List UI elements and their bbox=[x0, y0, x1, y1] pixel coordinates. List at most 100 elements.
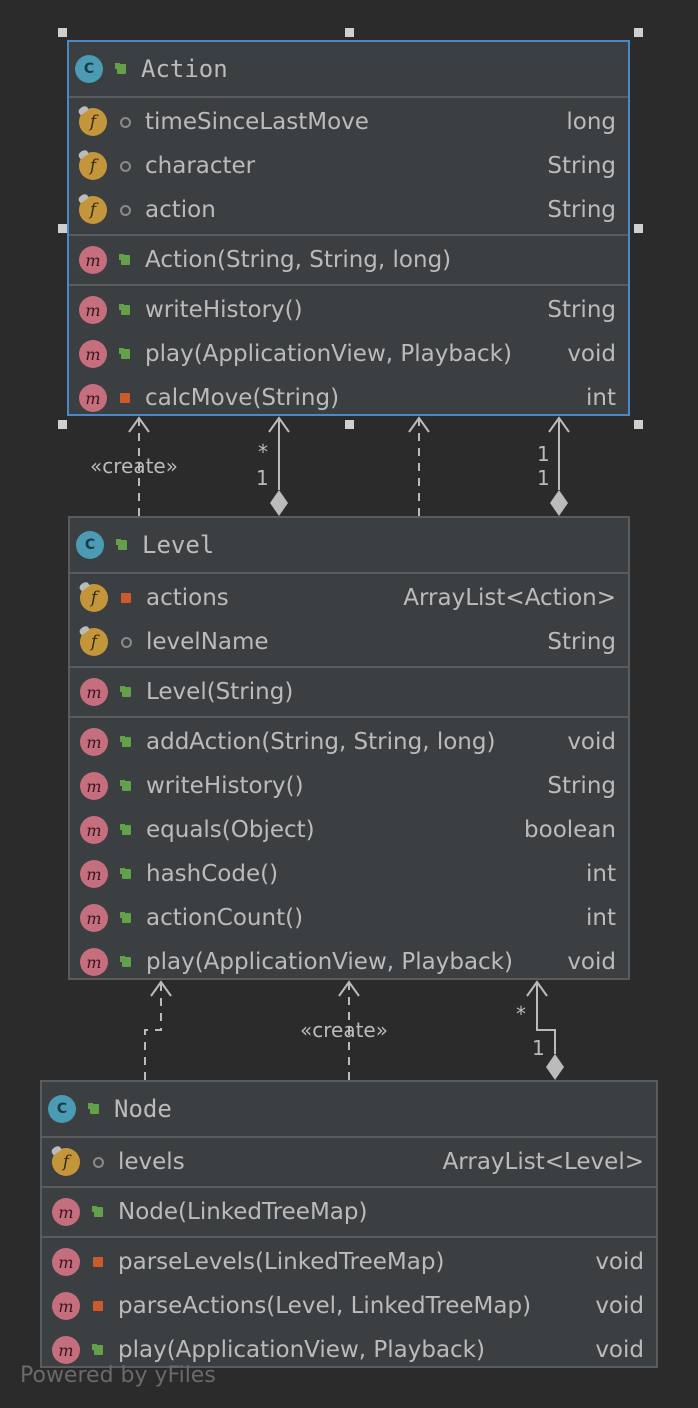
method-icon: m bbox=[80, 728, 108, 756]
member-name: Node(LinkedTreeMap) bbox=[118, 1199, 368, 1225]
label-multiplicity-target-2: 1 bbox=[537, 442, 550, 466]
public-visibility-icon bbox=[116, 820, 136, 840]
public-visibility-icon bbox=[116, 682, 136, 702]
member-type: void bbox=[595, 1249, 644, 1275]
field-icon: f bbox=[79, 108, 107, 136]
method-icon: m bbox=[80, 772, 108, 800]
package-visibility-icon bbox=[88, 1152, 108, 1172]
member-name: play(ApplicationView, Playback) bbox=[118, 1337, 485, 1363]
method-row[interactable]: m actionCount() int bbox=[70, 896, 628, 940]
public-visibility-icon bbox=[111, 59, 131, 79]
class-header[interactable]: C Action bbox=[69, 42, 628, 98]
field-row[interactable]: f levelName String bbox=[70, 620, 628, 664]
method-row[interactable]: m calcMove(String) int bbox=[69, 376, 628, 420]
method-icon: m bbox=[80, 904, 108, 932]
member-name: timeSinceLastMove bbox=[145, 109, 369, 135]
method-icon: m bbox=[79, 296, 107, 324]
member-type: int bbox=[586, 385, 616, 411]
method-row[interactable]: m writeHistory() String bbox=[70, 764, 628, 808]
member-name: addAction(String, String, long) bbox=[146, 729, 496, 755]
member-type: int bbox=[586, 861, 616, 887]
selection-handle-top-center[interactable] bbox=[345, 28, 354, 37]
method-row[interactable]: m play(ApplicationView, Playback) void bbox=[69, 332, 628, 376]
public-visibility-icon bbox=[116, 908, 136, 928]
class-name: Node bbox=[114, 1095, 172, 1123]
member-type: void bbox=[567, 949, 616, 975]
class-header[interactable]: C Level bbox=[70, 518, 628, 574]
method-row[interactable]: m addAction(String, String, long) void bbox=[70, 720, 628, 764]
selection-handle-middle-left[interactable] bbox=[58, 224, 67, 233]
field-icon: f bbox=[80, 584, 108, 612]
method-icon: m bbox=[79, 340, 107, 368]
diamond-composition-node-level bbox=[546, 1054, 564, 1080]
member-name: Action(String, String, long) bbox=[145, 247, 452, 273]
constructor-row[interactable]: m Action(String, String, long) bbox=[69, 238, 628, 282]
selection-handle-bottom-left[interactable] bbox=[58, 420, 67, 429]
method-icon: m bbox=[79, 246, 107, 274]
member-name: levels bbox=[118, 1149, 185, 1175]
member-name: calcMove(String) bbox=[145, 385, 340, 411]
method-row[interactable]: m parseLevels(LinkedTreeMap) void bbox=[42, 1240, 656, 1284]
member-type: String bbox=[547, 153, 616, 179]
constructor-row[interactable]: m Node(LinkedTreeMap) bbox=[42, 1190, 656, 1234]
member-type: boolean bbox=[524, 817, 616, 843]
selection-handle-top-left[interactable] bbox=[58, 28, 67, 37]
fields-section: f levels ArrayList<Level> bbox=[42, 1138, 656, 1188]
member-type: long bbox=[566, 109, 616, 135]
public-visibility-icon bbox=[88, 1202, 108, 1222]
class-node-level[interactable]: C Level f actions ArrayList<Action> f le… bbox=[68, 516, 630, 980]
public-visibility-icon bbox=[116, 732, 136, 752]
member-name: equals(Object) bbox=[146, 817, 315, 843]
method-row[interactable]: m writeHistory() String bbox=[69, 288, 628, 332]
method-icon: m bbox=[80, 816, 108, 844]
field-icon: f bbox=[80, 628, 108, 656]
methods-section: m addAction(String, String, long) void m… bbox=[70, 718, 628, 986]
diamond-composition-level-action-2 bbox=[550, 490, 568, 516]
label-multiplicity-target-1: * bbox=[258, 440, 268, 464]
member-name: play(ApplicationView, Playback) bbox=[145, 341, 512, 367]
public-visibility-icon bbox=[112, 535, 132, 555]
field-row[interactable]: f actions ArrayList<Action> bbox=[70, 576, 628, 620]
package-visibility-icon bbox=[115, 112, 135, 132]
label-multiplicity-target-3: * bbox=[516, 1002, 526, 1026]
private-visibility-icon bbox=[88, 1296, 108, 1316]
private-visibility-icon bbox=[88, 1252, 108, 1272]
field-row[interactable]: f timeSinceLastMove long bbox=[69, 100, 628, 144]
public-visibility-icon bbox=[115, 300, 135, 320]
selection-handle-bottom-right[interactable] bbox=[634, 420, 643, 429]
class-node-node[interactable]: C Node f levels ArrayList<Level> m Node(… bbox=[40, 1080, 658, 1368]
member-name: hashCode() bbox=[146, 861, 279, 887]
constructors-section: m Level(String) bbox=[70, 668, 628, 718]
public-visibility-icon bbox=[88, 1340, 108, 1360]
class-name: Action bbox=[141, 55, 228, 83]
method-icon: m bbox=[80, 860, 108, 888]
member-name: parseActions(Level, LinkedTreeMap) bbox=[118, 1293, 532, 1319]
field-row[interactable]: f levels ArrayList<Level> bbox=[42, 1140, 656, 1184]
field-icon: f bbox=[79, 196, 107, 224]
label-multiplicity-source-1: 1 bbox=[256, 466, 269, 490]
public-visibility-icon bbox=[115, 250, 135, 270]
member-name: levelName bbox=[146, 629, 269, 655]
member-type: String bbox=[547, 197, 616, 223]
method-row[interactable]: m equals(Object) boolean bbox=[70, 808, 628, 852]
selection-handle-middle-right[interactable] bbox=[634, 224, 643, 233]
member-type: ArrayList<Level> bbox=[442, 1149, 644, 1175]
class-icon: C bbox=[48, 1095, 76, 1123]
class-node-action[interactable]: C Action f timeSinceLastMove long f char… bbox=[67, 40, 630, 416]
field-row[interactable]: f action String bbox=[69, 188, 628, 232]
field-row[interactable]: f character String bbox=[69, 144, 628, 188]
methods-section: m writeHistory() String m play(Applicati… bbox=[69, 286, 628, 422]
method-icon: m bbox=[52, 1248, 80, 1276]
method-row[interactable]: m parseActions(Level, LinkedTreeMap) voi… bbox=[42, 1284, 656, 1328]
method-row[interactable]: m play(ApplicationView, Playback) void bbox=[70, 940, 628, 984]
label-create-level-action: «create» bbox=[90, 454, 178, 478]
method-row[interactable]: m hashCode() int bbox=[70, 852, 628, 896]
class-header[interactable]: C Node bbox=[42, 1082, 656, 1138]
constructors-section: m Action(String, String, long) bbox=[69, 236, 628, 286]
private-visibility-icon bbox=[116, 588, 136, 608]
public-visibility-icon bbox=[84, 1099, 104, 1119]
private-visibility-icon bbox=[115, 388, 135, 408]
constructor-row[interactable]: m Level(String) bbox=[70, 670, 628, 714]
selection-handle-top-right[interactable] bbox=[634, 28, 643, 37]
member-type: String bbox=[547, 773, 616, 799]
